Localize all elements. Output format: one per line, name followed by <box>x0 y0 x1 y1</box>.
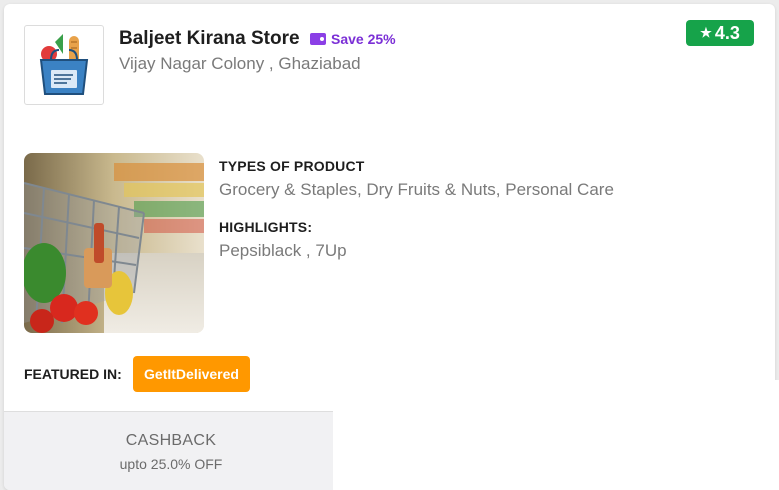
grocery-bag-icon <box>39 34 89 95</box>
cashback-title: CASHBACK <box>125 432 217 449</box>
types-value: Grocery & Staples, Dry Fruits & Nuts, Pe… <box>219 180 614 199</box>
store-logo <box>24 25 104 105</box>
star-icon: ★ <box>700 25 712 40</box>
store-image[interactable] <box>24 153 204 333</box>
cashback-button[interactable]: CASHBACK upto 25.0% OFF <box>4 411 339 490</box>
blank-region <box>333 380 779 490</box>
store-name[interactable]: Baljeet Kirana Store <box>119 28 300 50</box>
store-address: Vijay Nagar Colony , Ghaziabad <box>119 54 361 73</box>
types-title: TYPES OF PRODUCT <box>219 158 365 174</box>
rating-value: 4.3 <box>714 22 740 43</box>
save-label: Save 25% <box>331 31 396 47</box>
featured-label: FEATURED IN: <box>24 366 122 382</box>
featured-chip[interactable]: GetItDelivered <box>133 356 250 392</box>
highlights-value: Pepsiblack , 7Up <box>219 241 347 260</box>
highlights-title: HIGHLIGHTS: <box>219 219 313 235</box>
save-badge: Save 25% <box>310 28 396 50</box>
rating-badge: ★ 4.3 <box>686 20 754 46</box>
cashback-subtitle: upto 25.0% OFF <box>119 456 223 472</box>
wallet-icon <box>310 33 326 45</box>
